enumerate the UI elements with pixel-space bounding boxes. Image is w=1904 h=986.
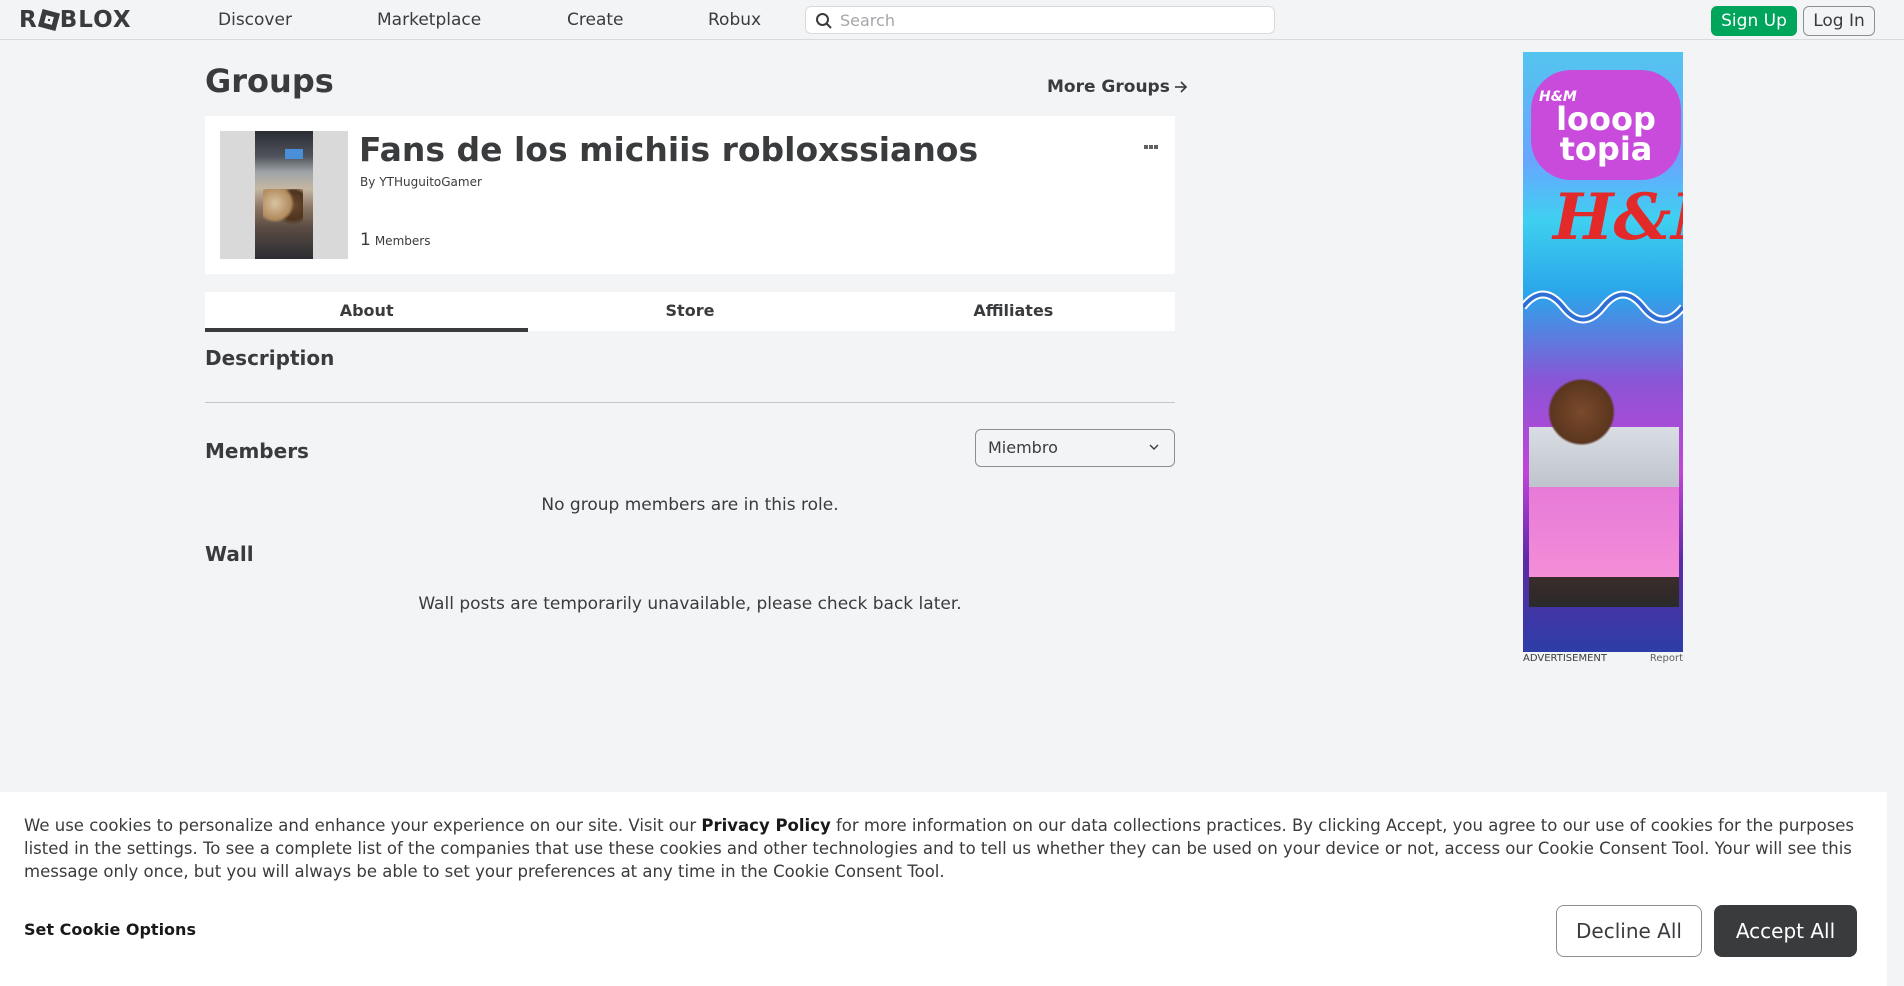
section-divider bbox=[205, 402, 1175, 403]
more-options-icon[interactable] bbox=[1144, 134, 1162, 149]
role-selected-value: Miembro bbox=[988, 438, 1058, 457]
wall-unavailable-message: Wall posts are temporarily unavailable, … bbox=[418, 594, 962, 614]
ad-brand-logo: H&M bbox=[1553, 180, 1683, 255]
sign-up-button[interactable]: Sign Up bbox=[1711, 6, 1797, 36]
arrow-right-icon bbox=[1174, 81, 1187, 93]
tab-store[interactable]: Store bbox=[528, 292, 851, 331]
tab-about[interactable]: About bbox=[205, 292, 529, 332]
nav-create[interactable]: Create bbox=[567, 0, 624, 40]
ad-avatar-image bbox=[1529, 352, 1679, 652]
role-dropdown[interactable]: Miembro bbox=[975, 429, 1175, 467]
top-navigation: R BLOX Discover Marketplace Create Robux … bbox=[0, 0, 1904, 40]
ad-wave-graphic bbox=[1523, 290, 1683, 324]
member-count-label: Members bbox=[374, 234, 431, 248]
decline-all-button[interactable]: Decline All bbox=[1556, 905, 1702, 957]
nav-discover[interactable]: Discover bbox=[218, 0, 292, 40]
cookie-text-before: We use cookies to personalize and enhanc… bbox=[24, 816, 702, 835]
description-heading: Description bbox=[205, 346, 335, 370]
page-scrollbar[interactable] bbox=[1887, 40, 1904, 986]
member-count-value: 1 bbox=[360, 230, 371, 250]
more-groups-label: More Groups bbox=[1047, 77, 1170, 97]
group-name: Fans de los michiis robloxssianos bbox=[359, 130, 979, 169]
search-input[interactable] bbox=[840, 7, 1260, 33]
nav-robux[interactable]: Robux bbox=[708, 0, 761, 40]
group-tabs: About Store Affiliates bbox=[205, 292, 1175, 332]
group-header-card: Fans de los michiis robloxssianos By YTHu… bbox=[205, 116, 1175, 274]
ad-headline-text: looop topia bbox=[1556, 100, 1656, 168]
owner-link[interactable]: YTHuguitoGamer bbox=[379, 175, 482, 189]
ad-headline: H&M looop topia bbox=[1531, 70, 1681, 180]
members-heading: Members bbox=[205, 439, 309, 463]
ad-label: ADVERTISEMENT bbox=[1523, 653, 1608, 664]
owner-by-label: By bbox=[360, 175, 376, 189]
group-owner: By YTHuguitoGamer bbox=[360, 175, 482, 189]
page-title: Groups bbox=[205, 62, 334, 100]
tab-affiliates[interactable]: Affiliates bbox=[852, 292, 1175, 331]
cookie-message: We use cookies to personalize and enhanc… bbox=[24, 814, 1864, 883]
group-member-count: 1 Members bbox=[360, 230, 430, 250]
accept-all-button[interactable]: Accept All bbox=[1714, 905, 1857, 957]
ad-footer: ADVERTISEMENT Report bbox=[1523, 653, 1683, 667]
chevron-down-icon bbox=[1149, 444, 1159, 450]
roblox-logo[interactable]: R BLOX bbox=[19, 7, 132, 33]
privacy-policy-link[interactable]: Privacy Policy bbox=[701, 816, 830, 835]
search-box[interactable] bbox=[805, 6, 1275, 34]
search-icon bbox=[816, 13, 832, 29]
wall-heading: Wall bbox=[205, 542, 254, 566]
ad-report-link[interactable]: Report bbox=[1650, 653, 1683, 664]
advertisement-banner[interactable]: H&M looop topia H&M bbox=[1523, 52, 1683, 652]
no-members-message: No group members are in this role. bbox=[541, 495, 839, 515]
cookie-banner: We use cookies to personalize and enhanc… bbox=[0, 792, 1887, 986]
more-groups-link[interactable]: More Groups bbox=[1047, 77, 1188, 97]
set-cookie-options-link[interactable]: Set Cookie Options bbox=[24, 920, 196, 939]
nav-marketplace[interactable]: Marketplace bbox=[377, 0, 481, 40]
group-emblem[interactable] bbox=[220, 131, 348, 259]
log-in-button[interactable]: Log In bbox=[1803, 6, 1875, 36]
